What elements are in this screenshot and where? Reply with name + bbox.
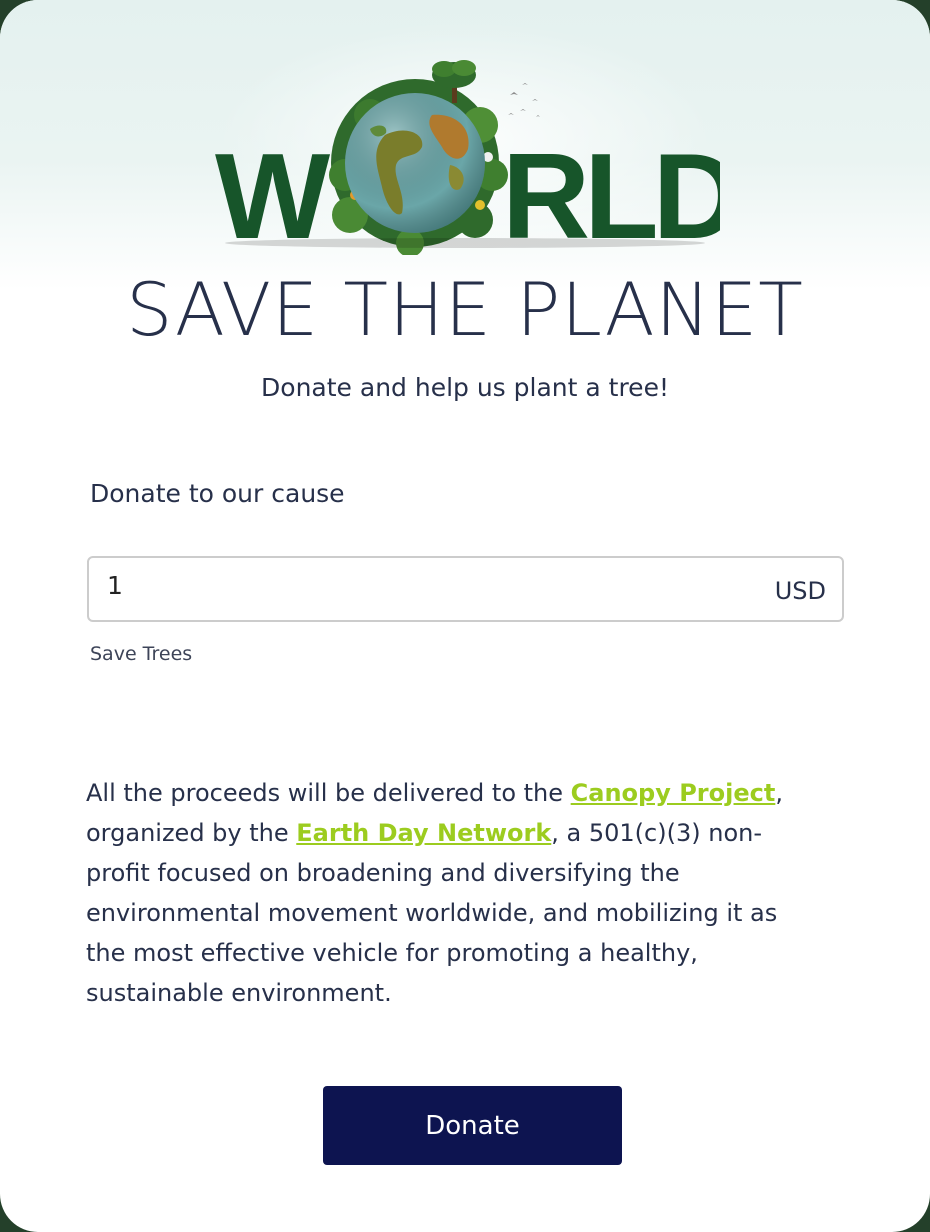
world-logo: W RLD [215, 60, 720, 255]
page-subtitle: Donate and help us plant a tree! [261, 373, 669, 402]
info-text-part: All the proceeds will be delivered to th… [86, 779, 571, 807]
globe-icon [345, 93, 485, 233]
info-text-part: , a 501(c)(3) non-profit focused on broa… [86, 819, 778, 1007]
earth-day-network-link[interactable]: Earth Day Network [296, 819, 551, 847]
donation-card: W RLD SAVE THE PLANET Donate and help us… [0, 0, 930, 1232]
svg-text:W: W [215, 128, 331, 255]
canopy-project-link[interactable]: Canopy Project [571, 779, 776, 807]
donation-helper-text: Save Trees [90, 643, 193, 665]
proceeds-info-paragraph: All the proceeds will be delivered to th… [86, 773, 806, 1013]
currency-label: USD [774, 577, 826, 605]
donation-amount-label: Donate to our cause [90, 479, 345, 508]
donation-amount-field[interactable]: USD [87, 556, 844, 622]
birds-icon [508, 83, 540, 117]
page-title: SAVE THE PLANET [126, 268, 804, 353]
donate-button[interactable]: Donate [323, 1086, 622, 1165]
donation-amount-input[interactable] [107, 558, 747, 620]
svg-text:RLD: RLD [502, 128, 720, 255]
